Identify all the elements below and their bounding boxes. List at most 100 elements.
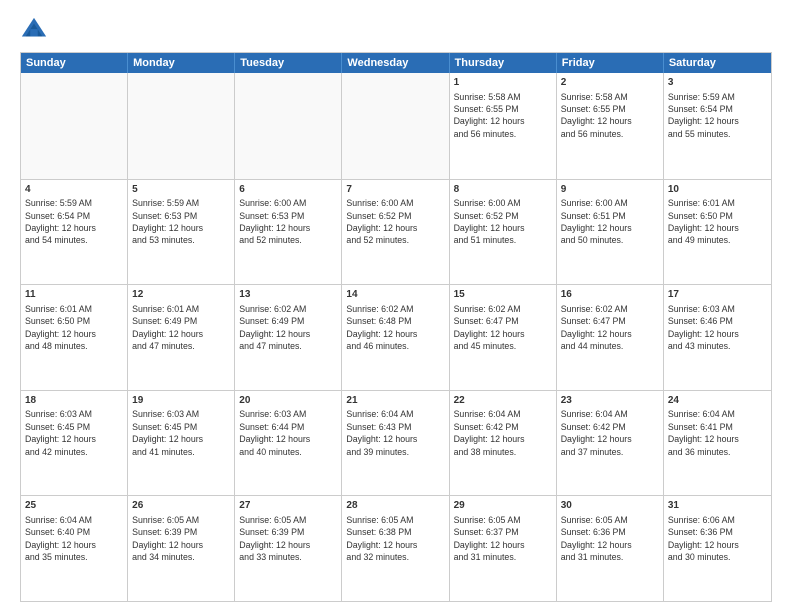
day-info: Sunrise: 6:05 AM Sunset: 6:37 PM Dayligh… <box>454 515 525 562</box>
calendar-cell: 22Sunrise: 6:04 AM Sunset: 6:42 PM Dayli… <box>450 391 557 496</box>
day-info: Sunrise: 5:59 AM Sunset: 6:53 PM Dayligh… <box>132 198 203 245</box>
day-number: 5 <box>132 183 230 197</box>
calendar-body: 1Sunrise: 5:58 AM Sunset: 6:55 PM Daylig… <box>21 73 771 601</box>
calendar-cell: 3Sunrise: 5:59 AM Sunset: 6:54 PM Daylig… <box>664 73 771 179</box>
calendar-cell: 8Sunrise: 6:00 AM Sunset: 6:52 PM Daylig… <box>450 180 557 285</box>
day-info: Sunrise: 6:02 AM Sunset: 6:47 PM Dayligh… <box>561 304 632 351</box>
calendar-cell: 17 Sunrise: 6:03 AM Sunset: 6:46 PM Dayli… <box>664 285 771 390</box>
day-number: 12 <box>132 288 230 302</box>
calendar-row-2: 4Sunrise: 5:59 AM Sunset: 6:54 PM Daylig… <box>21 179 771 285</box>
day-info: Sunrise: 6:01 AM Sunset: 6:49 PM Dayligh… <box>132 304 203 351</box>
day-info: Sunrise: 6:03 AM Sunset: 6:46 PM Dayligh… <box>668 304 739 351</box>
day-info: Sunrise: 5:59 AM Sunset: 6:54 PM Dayligh… <box>25 198 96 245</box>
calendar-cell: 9Sunrise: 6:00 AM Sunset: 6:51 PM Daylig… <box>557 180 664 285</box>
day-info: Sunrise: 6:05 AM Sunset: 6:36 PM Dayligh… <box>561 515 632 562</box>
header-day-saturday: Saturday <box>664 53 771 73</box>
page: SundayMondayTuesdayWednesdayThursdayFrid… <box>0 0 792 612</box>
logo-icon <box>20 16 48 44</box>
calendar-cell: 10Sunrise: 6:01 AM Sunset: 6:50 PM Dayli… <box>664 180 771 285</box>
calendar-cell: 21Sunrise: 6:04 AM Sunset: 6:43 PM Dayli… <box>342 391 449 496</box>
day-info: Sunrise: 6:03 AM Sunset: 6:45 PM Dayligh… <box>132 409 203 456</box>
day-number: 6 <box>239 183 337 197</box>
calendar-cell: 15 Sunrise: 6:02 AM Sunset: 6:47 PM Dayli… <box>450 285 557 390</box>
day-number: 24 <box>668 394 767 408</box>
day-info: Sunrise: 6:01 AM Sunset: 6:50 PM Dayligh… <box>668 198 739 245</box>
header-day-wednesday: Wednesday <box>342 53 449 73</box>
calendar-cell: 30 Sunrise: 6:05 AM Sunset: 6:36 PM Dayli… <box>557 496 664 601</box>
day-info: Sunrise: 6:06 AM Sunset: 6:36 PM Dayligh… <box>668 515 739 562</box>
day-info: Sunrise: 6:04 AM Sunset: 6:42 PM Dayligh… <box>454 409 525 456</box>
day-number: 20 <box>239 394 337 408</box>
day-info: Sunrise: 6:00 AM Sunset: 6:52 PM Dayligh… <box>454 198 525 245</box>
logo <box>20 16 52 44</box>
day-info: Sunrise: 6:02 AM Sunset: 6:48 PM Dayligh… <box>346 304 417 351</box>
header-day-tuesday: Tuesday <box>235 53 342 73</box>
day-number: 22 <box>454 394 552 408</box>
calendar-cell: 13Sunrise: 6:02 AM Sunset: 6:49 PM Dayli… <box>235 285 342 390</box>
day-number: 19 <box>132 394 230 408</box>
day-number: 30 <box>561 499 659 513</box>
day-info: Sunrise: 6:04 AM Sunset: 6:42 PM Dayligh… <box>561 409 632 456</box>
calendar-cell: 1Sunrise: 5:58 AM Sunset: 6:55 PM Daylig… <box>450 73 557 179</box>
calendar-cell: 19Sunrise: 6:03 AM Sunset: 6:45 PM Dayli… <box>128 391 235 496</box>
header-day-monday: Monday <box>128 53 235 73</box>
day-number: 13 <box>239 288 337 302</box>
calendar-cell: 5Sunrise: 5:59 AM Sunset: 6:53 PM Daylig… <box>128 180 235 285</box>
day-number: 11 <box>25 288 123 302</box>
day-info: Sunrise: 6:00 AM Sunset: 6:53 PM Dayligh… <box>239 198 310 245</box>
day-number: 4 <box>25 183 123 197</box>
day-info: Sunrise: 6:05 AM Sunset: 6:38 PM Dayligh… <box>346 515 417 562</box>
calendar-cell: 14 Sunrise: 6:02 AM Sunset: 6:48 PM Dayli… <box>342 285 449 390</box>
day-info: Sunrise: 6:04 AM Sunset: 6:41 PM Dayligh… <box>668 409 739 456</box>
day-number: 25 <box>25 499 123 513</box>
day-number: 16 <box>561 288 659 302</box>
calendar-row-5: 25Sunrise: 6:04 AM Sunset: 6:40 PM Dayli… <box>21 495 771 601</box>
calendar-cell: 26Sunrise: 6:05 AM Sunset: 6:39 PM Dayli… <box>128 496 235 601</box>
day-number: 14 <box>346 288 444 302</box>
calendar-cell <box>21 73 128 179</box>
day-info: Sunrise: 6:00 AM Sunset: 6:52 PM Dayligh… <box>346 198 417 245</box>
calendar-cell: 23Sunrise: 6:04 AM Sunset: 6:42 PM Dayli… <box>557 391 664 496</box>
day-number: 21 <box>346 394 444 408</box>
calendar-cell: 18Sunrise: 6:03 AM Sunset: 6:45 PM Dayli… <box>21 391 128 496</box>
day-number: 27 <box>239 499 337 513</box>
day-info: Sunrise: 6:05 AM Sunset: 6:39 PM Dayligh… <box>132 515 203 562</box>
calendar-cell <box>128 73 235 179</box>
calendar-cell: 16 Sunrise: 6:02 AM Sunset: 6:47 PM Dayli… <box>557 285 664 390</box>
calendar-cell: 29 Sunrise: 6:05 AM Sunset: 6:37 PM Dayli… <box>450 496 557 601</box>
day-info: Sunrise: 5:58 AM Sunset: 6:55 PM Dayligh… <box>561 92 632 139</box>
calendar-cell: 7Sunrise: 6:00 AM Sunset: 6:52 PM Daylig… <box>342 180 449 285</box>
day-info: Sunrise: 6:05 AM Sunset: 6:39 PM Dayligh… <box>239 515 310 562</box>
day-info: Sunrise: 6:02 AM Sunset: 6:47 PM Dayligh… <box>454 304 525 351</box>
calendar-cell: 12 Sunrise: 6:01 AM Sunset: 6:49 PM Dayli… <box>128 285 235 390</box>
day-number: 9 <box>561 183 659 197</box>
calendar-cell: 2 Sunrise: 5:58 AM Sunset: 6:55 PM Daylig… <box>557 73 664 179</box>
calendar-cell: 11 Sunrise: 6:01 AM Sunset: 6:50 PM Dayli… <box>21 285 128 390</box>
header-day-friday: Friday <box>557 53 664 73</box>
day-number: 17 <box>668 288 767 302</box>
calendar-cell <box>235 73 342 179</box>
day-number: 28 <box>346 499 444 513</box>
calendar-cell <box>342 73 449 179</box>
day-number: 18 <box>25 394 123 408</box>
day-number: 10 <box>668 183 767 197</box>
calendar-row-1: 1Sunrise: 5:58 AM Sunset: 6:55 PM Daylig… <box>21 73 771 179</box>
day-info: Sunrise: 6:03 AM Sunset: 6:44 PM Dayligh… <box>239 409 310 456</box>
day-info: Sunrise: 5:58 AM Sunset: 6:55 PM Dayligh… <box>454 92 525 139</box>
calendar-row-4: 18 Sunrise: 6:03 AM Sunset: 6:45 PM Dayli… <box>21 390 771 496</box>
day-number: 7 <box>346 183 444 197</box>
day-info: Sunrise: 6:01 AM Sunset: 6:50 PM Dayligh… <box>25 304 96 351</box>
calendar: SundayMondayTuesdayWednesdayThursdayFrid… <box>20 52 772 602</box>
day-number: 2 <box>561 76 659 90</box>
day-number: 29 <box>454 499 552 513</box>
calendar-cell: 4Sunrise: 5:59 AM Sunset: 6:54 PM Daylig… <box>21 180 128 285</box>
day-info: Sunrise: 6:04 AM Sunset: 6:43 PM Dayligh… <box>346 409 417 456</box>
calendar-cell: 31Sunrise: 6:06 AM Sunset: 6:36 PM Dayli… <box>664 496 771 601</box>
calendar-header: SundayMondayTuesdayWednesdayThursdayFrid… <box>21 53 771 73</box>
calendar-row-3: 11 Sunrise: 6:01 AM Sunset: 6:50 PM Dayli… <box>21 284 771 390</box>
calendar-cell: 6Sunrise: 6:00 AM Sunset: 6:53 PM Daylig… <box>235 180 342 285</box>
header <box>20 16 772 44</box>
header-day-sunday: Sunday <box>21 53 128 73</box>
day-info: Sunrise: 5:59 AM Sunset: 6:54 PM Dayligh… <box>668 92 739 139</box>
day-number: 15 <box>454 288 552 302</box>
